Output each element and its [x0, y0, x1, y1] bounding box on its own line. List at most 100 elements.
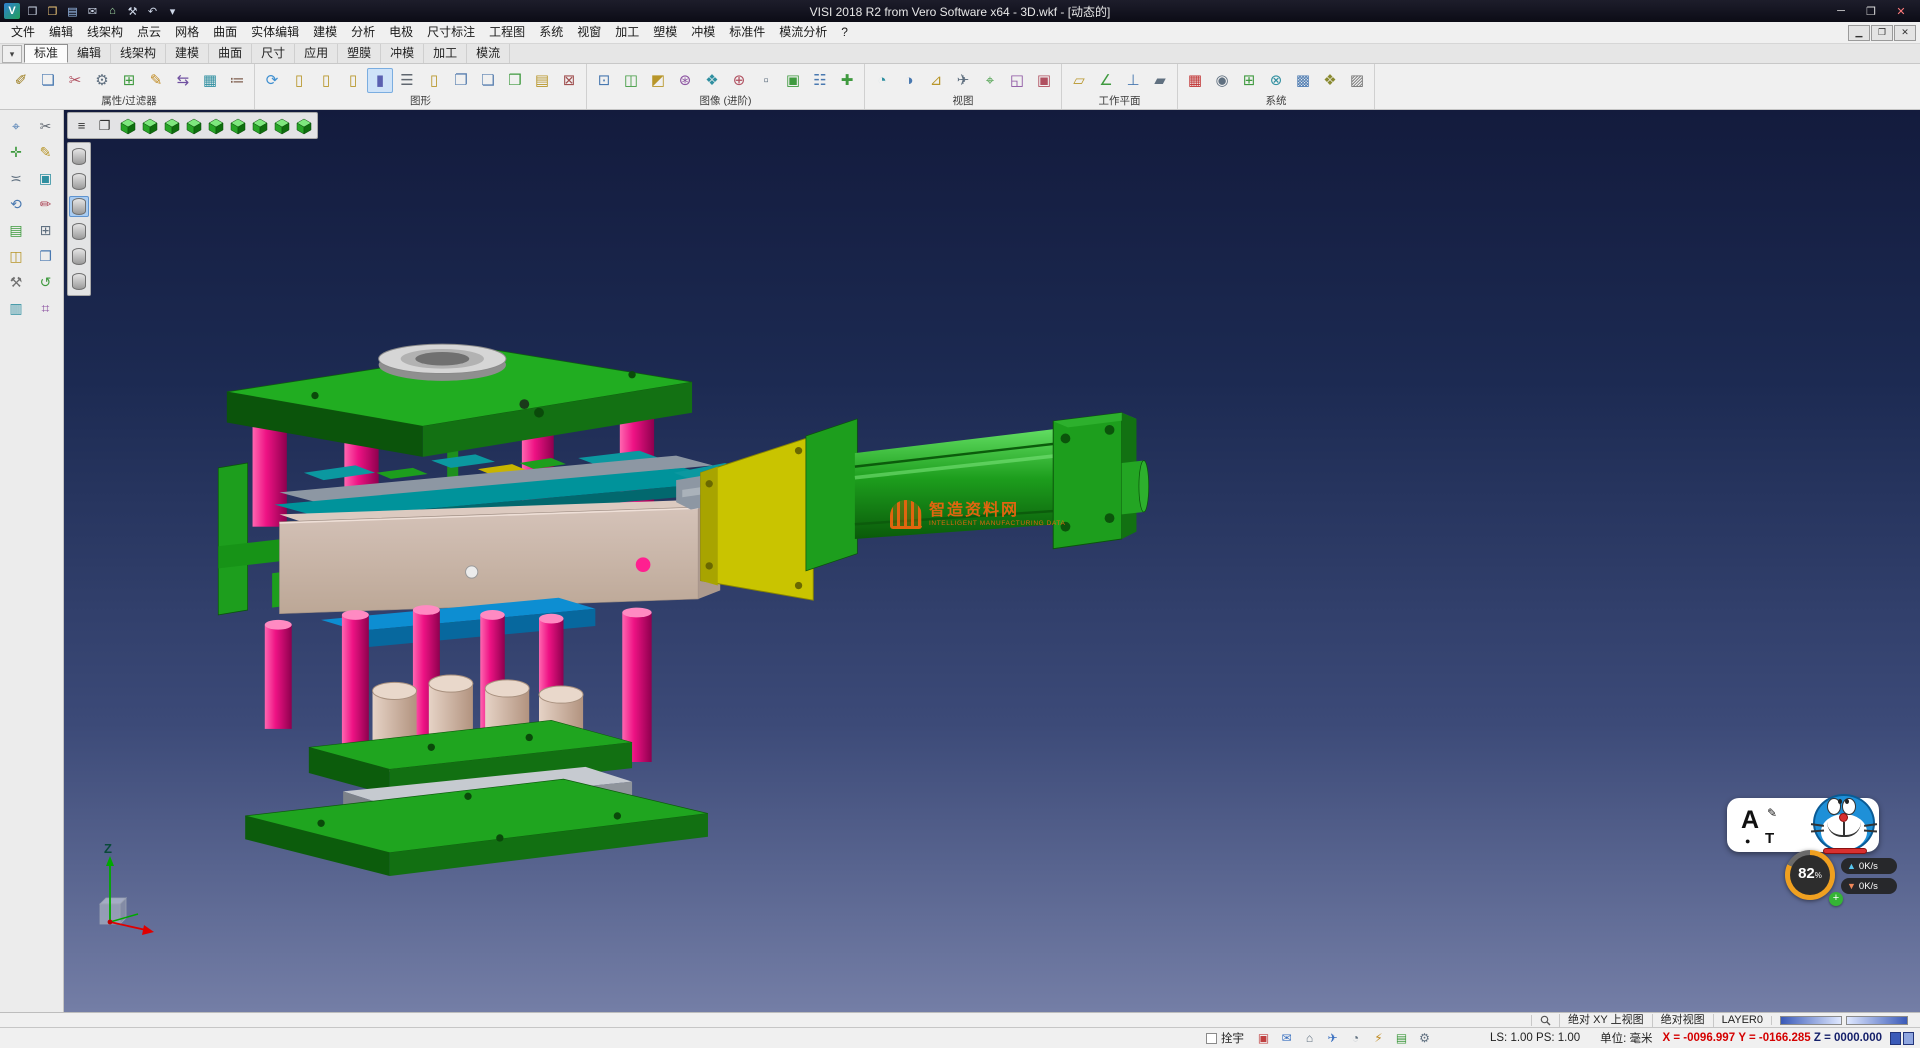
- menu-item[interactable]: 系统: [532, 22, 570, 43]
- toolbar-icon[interactable]: ✚: [834, 68, 860, 93]
- quick-access-icon[interactable]: ❐: [44, 3, 61, 20]
- view-cube-icon[interactable]: [227, 115, 248, 136]
- status-icon[interactable]: ▤: [1392, 1030, 1411, 1047]
- gradient-bar-1[interactable]: [1780, 1016, 1842, 1025]
- menu-item[interactable]: 点云: [130, 22, 168, 43]
- minimize-button[interactable]: ─: [1826, 1, 1856, 21]
- status-search[interactable]: [1531, 1015, 1559, 1026]
- toolbar-icon[interactable]: ▯: [421, 68, 447, 93]
- toolbar-icon[interactable]: ⊥: [1120, 68, 1146, 93]
- side-toolbar-icon[interactable]: ◫: [3, 244, 29, 268]
- toolbar-icon[interactable]: ▱: [1066, 68, 1092, 93]
- toolbar-icon[interactable]: ▣: [780, 68, 806, 93]
- toolbar-icon[interactable]: ▯: [313, 68, 339, 93]
- side-toolbar-icon[interactable]: ⌗: [33, 296, 59, 320]
- toolbar-icon[interactable]: ◱: [1004, 68, 1030, 93]
- side-toolbar-icon[interactable]: ▤: [3, 218, 29, 242]
- status-icon[interactable]: ✉: [1277, 1030, 1296, 1047]
- toolbar-icon[interactable]: ◔: [869, 68, 895, 93]
- toolbar-icon[interactable]: ◫: [618, 68, 644, 93]
- toolbar-icon[interactable]: ❐: [448, 68, 474, 93]
- toolbar-icon[interactable]: ⊗: [1263, 68, 1289, 93]
- menu-item[interactable]: 编辑: [42, 22, 80, 43]
- toolbar-icon[interactable]: ❖: [1317, 68, 1343, 93]
- ribbon-tab[interactable]: 建模: [166, 44, 209, 63]
- side-toolbar-icon[interactable]: ↺: [33, 270, 59, 294]
- side-toolbar-icon[interactable]: ⊞: [33, 218, 59, 242]
- toolbar-icon[interactable]: ▮: [367, 68, 393, 93]
- gradient-bar-2[interactable]: [1846, 1016, 1908, 1025]
- menu-item[interactable]: 电极: [382, 22, 420, 43]
- toolbar-icon[interactable]: ▣: [1031, 68, 1057, 93]
- menu-item[interactable]: 建模: [306, 22, 344, 43]
- view-cube-icon[interactable]: [117, 115, 138, 136]
- toolbar-icon[interactable]: ❏: [35, 68, 61, 93]
- toolbar-icon[interactable]: ◩: [645, 68, 671, 93]
- toolbar-icon[interactable]: ⊡: [591, 68, 617, 93]
- toolbar-icon[interactable]: ⊞: [1236, 68, 1262, 93]
- ribbon-tab[interactable]: 冲模: [381, 44, 424, 63]
- side-toolbar-icon[interactable]: ✛: [3, 140, 29, 164]
- filter-cylinder-icon[interactable]: [69, 271, 89, 292]
- menu-item[interactable]: 加工: [608, 22, 646, 43]
- view-cube-icon[interactable]: [161, 115, 182, 136]
- view-mode-indicator[interactable]: 绝对 XY 上视图: [1559, 1014, 1652, 1027]
- menu-item[interactable]: 冲模: [684, 22, 722, 43]
- toolbar-icon[interactable]: ▯: [286, 68, 312, 93]
- mdi-close-button[interactable]: ✕: [1894, 25, 1916, 41]
- close-button[interactable]: ✕: [1886, 1, 1916, 21]
- toolbar-icon[interactable]: ✎: [143, 68, 169, 93]
- toolbar-icon[interactable]: ▤: [529, 68, 555, 93]
- menu-item[interactable]: 尺寸标注: [420, 22, 482, 43]
- layer-indicator[interactable]: LAYER0: [1713, 1014, 1771, 1027]
- toolbar-icon[interactable]: ⊕: [726, 68, 752, 93]
- menu-item[interactable]: 塑模: [646, 22, 684, 43]
- toolbar-icon[interactable]: ✐: [8, 68, 34, 93]
- toolbar-icon[interactable]: ▦: [197, 68, 223, 93]
- quick-access-icon[interactable]: ↶: [144, 3, 161, 20]
- toolbar-icon[interactable]: ☰: [394, 68, 420, 93]
- toolbar-icon[interactable]: ⊞: [116, 68, 142, 93]
- menu-item[interactable]: 标准件: [722, 22, 772, 43]
- menu-item[interactable]: 分析: [344, 22, 382, 43]
- toolbar-icon[interactable]: ⚙: [89, 68, 115, 93]
- mdi-restore-button[interactable]: ❐: [1871, 25, 1893, 41]
- side-toolbar-icon[interactable]: ❐: [33, 244, 59, 268]
- status-icon[interactable]: ◔: [1346, 1030, 1365, 1047]
- menu-item[interactable]: 工程图: [482, 22, 532, 43]
- menu-item[interactable]: ?: [834, 22, 855, 43]
- ribbon-tab[interactable]: 曲面: [209, 44, 252, 63]
- 3d-viewport[interactable]: ≡ ❐: [64, 110, 1920, 1012]
- maximize-button[interactable]: ❐: [1856, 1, 1886, 21]
- toolbar-icon[interactable]: ▰: [1147, 68, 1173, 93]
- toolbar-icon[interactable]: ❏: [475, 68, 501, 93]
- toolbar-icon[interactable]: ▯: [340, 68, 366, 93]
- quick-access-icon[interactable]: ✉: [84, 3, 101, 20]
- app-logo-icon[interactable]: V: [4, 3, 20, 19]
- status-icon[interactable]: ⚡: [1369, 1030, 1388, 1047]
- toolbar-icon[interactable]: ▩: [1290, 68, 1316, 93]
- quick-access-icon[interactable]: ❒: [24, 3, 41, 20]
- toolbar-icon[interactable]: ✂: [62, 68, 88, 93]
- ribbon-tab[interactable]: 应用: [295, 44, 338, 63]
- side-toolbar-icon[interactable]: ⌖: [3, 114, 29, 138]
- toolbar-icon[interactable]: ❒: [502, 68, 528, 93]
- menu-item[interactable]: 模流分析: [772, 22, 834, 43]
- toolbar-icon[interactable]: ▦: [1182, 68, 1208, 93]
- view-cube-icon[interactable]: [271, 115, 292, 136]
- view-cube-icon[interactable]: [139, 115, 160, 136]
- menu-item[interactable]: 网格: [168, 22, 206, 43]
- toolbar-icon[interactable]: ▫: [753, 68, 779, 93]
- filter-cylinder-icon[interactable]: [69, 246, 89, 267]
- toolbar-icon[interactable]: ⊛: [672, 68, 698, 93]
- ribbon-tab[interactable]: 线架构: [111, 44, 166, 63]
- toolbar-icon[interactable]: ⟳: [259, 68, 285, 93]
- side-toolbar-icon[interactable]: ✏: [33, 192, 59, 216]
- battery-ring[interactable]: 82%: [1785, 850, 1835, 900]
- ribbon-tab[interactable]: 标准: [24, 44, 68, 63]
- toolbar-icon[interactable]: ◑: [896, 68, 922, 93]
- menu-item[interactable]: 线架构: [80, 22, 130, 43]
- view-cube-icon[interactable]: [205, 115, 226, 136]
- scale-indicator[interactable]: LS: 1.00 PS: 1.00: [1480, 1032, 1590, 1044]
- widget-add-button[interactable]: +: [1829, 892, 1843, 906]
